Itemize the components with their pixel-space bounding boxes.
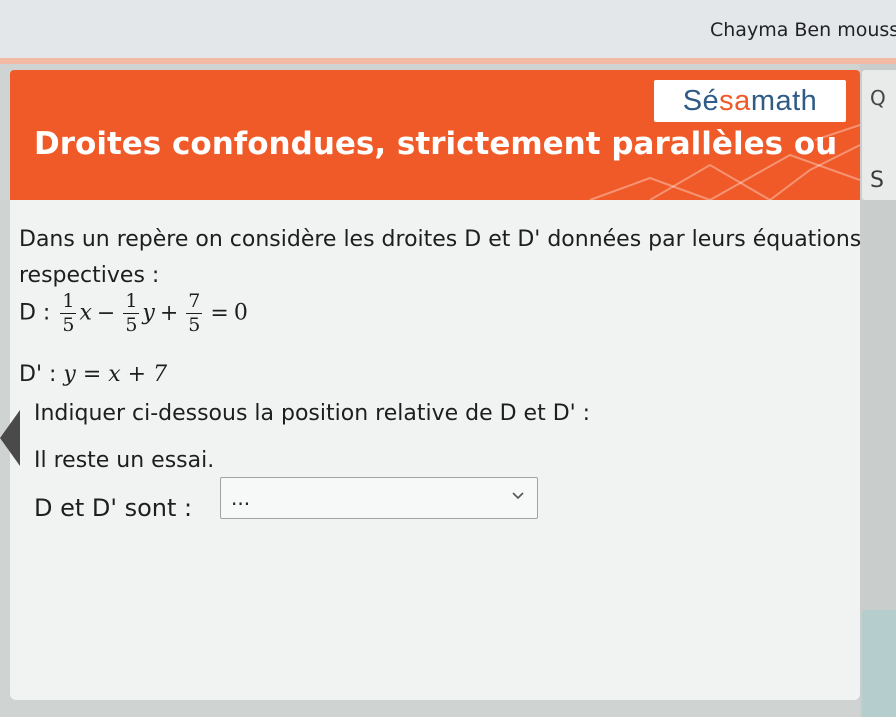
fraction-c: 75 bbox=[186, 290, 203, 336]
accent-strip bbox=[0, 58, 896, 64]
equation-d-prime-label: D' : bbox=[19, 362, 57, 387]
operator-equals: = bbox=[210, 300, 229, 326]
fraction-a-denominator: 5 bbox=[62, 314, 75, 336]
side-tab-letter-q[interactable]: Q bbox=[870, 86, 886, 110]
intro-line-2: respectives : bbox=[19, 263, 160, 288]
sesamath-logo[interactable]: Sésamath bbox=[654, 80, 846, 122]
logo-part-2: sa bbox=[719, 85, 751, 117]
side-box[interactable] bbox=[862, 610, 896, 717]
top-bar: Chayma Ben moussa - / bbox=[0, 0, 896, 61]
chevron-down-icon[interactable] bbox=[511, 490, 525, 500]
fraction-c-numerator: 7 bbox=[186, 290, 203, 314]
equation-d-label: D : bbox=[19, 300, 51, 326]
attempts-remaining: Il reste un essai. bbox=[34, 448, 215, 473]
fraction-b-numerator: 1 bbox=[123, 290, 140, 314]
previous-arrow-icon[interactable] bbox=[0, 410, 20, 466]
answer-label: D et D' sont : bbox=[34, 494, 193, 522]
fraction-b-denominator: 5 bbox=[125, 314, 138, 336]
exercise-title: Droites confondues, strictement parallèl… bbox=[34, 126, 838, 162]
variable-x: x bbox=[79, 300, 92, 326]
select-value: ... bbox=[231, 486, 251, 510]
fraction-a-numerator: 1 bbox=[60, 290, 77, 314]
logo-part-3: math bbox=[750, 85, 818, 117]
operator-minus: − bbox=[96, 300, 116, 326]
user-name[interactable]: Chayma Ben moussa - / bbox=[710, 19, 896, 41]
position-select[interactable]: ... bbox=[220, 477, 538, 519]
equation-d-prime-expression: y = x + 7 bbox=[63, 362, 168, 387]
side-tab-letter-s[interactable]: S bbox=[870, 168, 884, 193]
fraction-c-denominator: 5 bbox=[188, 314, 201, 336]
equation-d: D : 1 5 x −1 5 y +7 5 = 0 bbox=[19, 292, 248, 335]
intro-line-1: Dans un repère on considère les droites … bbox=[19, 227, 862, 252]
operator-plus: + bbox=[159, 300, 179, 326]
fraction-b: 15 bbox=[123, 290, 140, 336]
logo-text: Sésamath bbox=[654, 80, 846, 122]
logo-part-1: Sé bbox=[682, 85, 720, 117]
instruction-text: Indiquer ci-dessous la position relative… bbox=[34, 401, 591, 426]
variable-y: y bbox=[142, 300, 155, 326]
equation-d-prime: D' : y = x + 7 bbox=[19, 362, 167, 387]
equation-rhs: 0 bbox=[233, 300, 248, 326]
fraction-a: 15 bbox=[60, 290, 77, 336]
